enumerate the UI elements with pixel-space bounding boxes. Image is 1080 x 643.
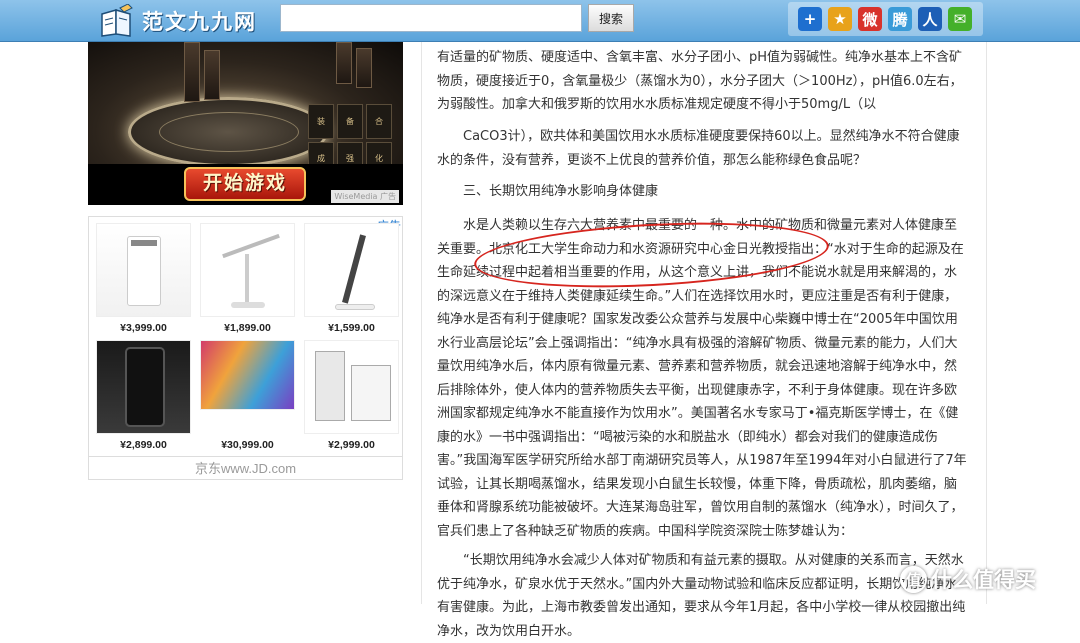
item-slot: 装 — [308, 104, 334, 139]
section-heading: 三、长期饮用纯净水影响身体健康 — [463, 184, 659, 199]
product-price: ¥1,899.00 — [224, 322, 271, 334]
star-icon[interactable]: ★ — [828, 7, 852, 31]
product-price: ¥2,899.00 — [120, 439, 167, 451]
site-logo[interactable]: 范文九九网 — [98, 2, 257, 40]
smartphone-image[interactable] — [96, 340, 191, 434]
start-game-button[interactable]: 开始游戏 — [184, 167, 306, 201]
search-button[interactable]: 搜索 — [588, 4, 634, 32]
product-price: ¥1,599.00 — [328, 322, 375, 334]
article-paragraph: 有适量的矿物质、硬度适中、含氧丰富、水分子团小、pH值为弱碱性。纯净水基本上不含… — [437, 50, 963, 112]
watermark-logo-icon: 值 — [900, 565, 927, 593]
ad-watermark: WiseMedia 广告 — [331, 190, 399, 203]
boot-image — [184, 42, 200, 102]
product-card[interactable]: ¥2,899.00 — [93, 338, 194, 456]
article-paragraph: “长期饮用纯净水会减少人体对矿物质和有益元素的摄取。从对健康的关系而言，天然水优… — [437, 553, 966, 639]
product-card[interactable]: ¥3,999.00 — [93, 221, 194, 339]
site-name: 范文九九网 — [142, 10, 257, 34]
product-price: ¥2,999.00 — [328, 439, 375, 451]
game-stage-image — [128, 97, 328, 167]
tencent-weibo-icon[interactable]: 腾 — [888, 7, 912, 31]
plus-icon[interactable]: + — [798, 7, 822, 31]
floor-lamp-image[interactable] — [304, 223, 399, 317]
filter-image[interactable] — [304, 340, 399, 434]
search-input[interactable] — [280, 4, 582, 32]
boot-image — [356, 48, 372, 88]
article-content: 有适量的矿物质、硬度适中、含氧丰富、水分子团小、pH值为弱碱性。纯净水基本上不含… — [421, 42, 987, 639]
product-card[interactable]: ¥1,599.00 — [301, 221, 402, 339]
item-slot: 合 — [366, 104, 392, 139]
jd-ad-footer[interactable]: 京东www.JD.com — [89, 456, 402, 480]
game-ad-banner[interactable]: 装备合成强化 开始游戏 WiseMedia 广告 — [88, 42, 403, 205]
product-card[interactable]: ¥1,899.00 — [197, 221, 298, 339]
left-sidebar: 装备合成强化 开始游戏 WiseMedia 广告 广告 ¥3,999.00¥1,… — [88, 42, 403, 480]
curved-tv-image[interactable] — [200, 340, 295, 410]
jd-product-ad[interactable]: 广告 ¥3,999.00¥1,899.00¥1,599.00¥2,899.00¥… — [88, 216, 403, 480]
boot-image — [204, 50, 220, 100]
item-slot: 备 — [337, 104, 363, 139]
product-price: ¥30,999.00 — [221, 439, 274, 451]
book-pen-icon — [98, 3, 136, 38]
share-bar: + ★ 微腾人 ✉ — [788, 2, 983, 36]
site-watermark: 值 什么值得买 — [900, 564, 1036, 594]
product-card[interactable]: ¥30,999.00 — [197, 338, 298, 456]
air-purifier-image[interactable] — [96, 223, 191, 317]
top-bar: 范文九九网 搜索 + ★ 微腾人 ✉ — [0, 0, 1080, 42]
article-paragraph: 水是人类赖以生存六大营养素中最重要的一种。水中的矿物质和微量元素对人体健康至关重… — [437, 218, 967, 539]
product-card[interactable]: ¥2,999.00 — [301, 338, 402, 456]
boot-image — [336, 42, 352, 84]
product-price: ¥3,999.00 — [120, 322, 167, 334]
wechat-icon[interactable]: ✉ — [948, 7, 972, 31]
weibo-icon[interactable]: 微 — [858, 7, 882, 31]
renren-icon[interactable]: 人 — [918, 7, 942, 31]
desk-lamp-image[interactable] — [200, 223, 295, 317]
article-paragraph: CaCO3计），欧共体和美国饮用水水质标准硬度要保持60以上。显然纯净水不符合健… — [437, 129, 960, 168]
